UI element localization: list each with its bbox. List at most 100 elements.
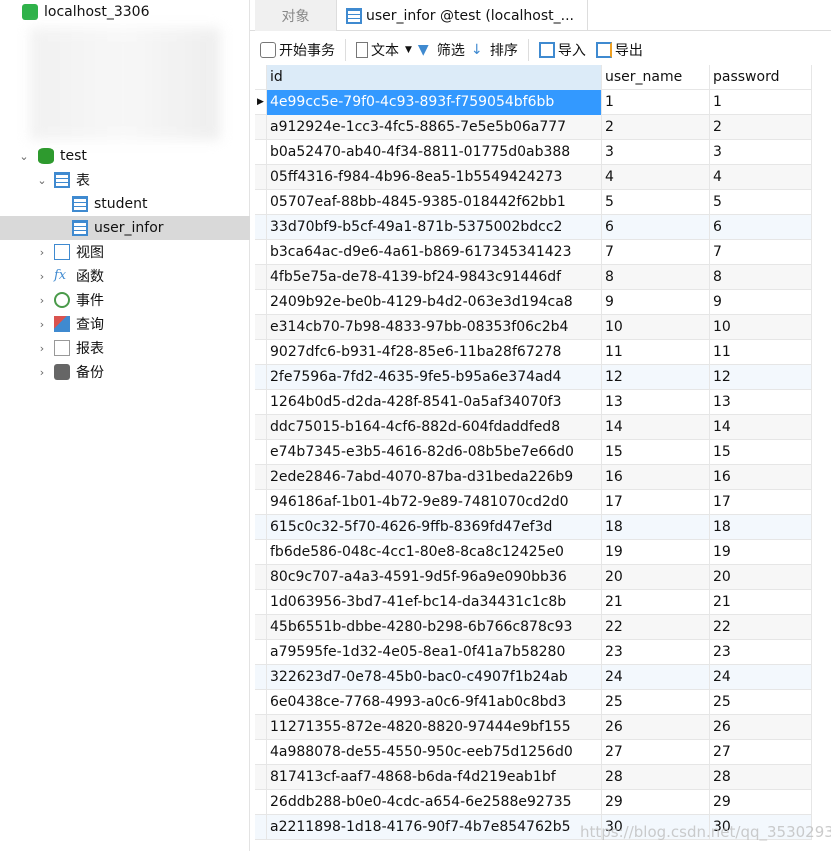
id-cell[interactable]: 4fb5e75a-de78-4139-bf24-9843c91446df xyxy=(267,265,602,290)
tree-queries[interactable]: › 查询 xyxy=(0,312,250,336)
user-name-cell[interactable]: 27 xyxy=(602,740,710,765)
tree-reports[interactable]: › 报表 xyxy=(0,336,250,360)
user-name-cell[interactable]: 13 xyxy=(602,390,710,415)
id-cell[interactable]: 9027dfc6-b931-4f28-85e6-11ba28f67278 xyxy=(267,340,602,365)
password-cell[interactable]: 20 xyxy=(710,565,812,590)
table-row[interactable]: a912924e-1cc3-4fc5-8865-7e5e5b06a777 2 2 xyxy=(255,115,812,140)
user-name-cell[interactable]: 22 xyxy=(602,615,710,640)
user-name-cell[interactable]: 11 xyxy=(602,340,710,365)
export-button[interactable]: 导出 xyxy=(595,40,643,60)
row-indicator[interactable] xyxy=(255,640,267,665)
id-cell[interactable]: b0a52470-ab40-4f34-8811-01775d0ab388 xyxy=(267,140,602,165)
user-name-cell[interactable]: 16 xyxy=(602,465,710,490)
id-cell[interactable]: e74b7345-e3b5-4616-82d6-08b5be7e66d0 xyxy=(267,440,602,465)
id-cell[interactable]: 6e0438ce-7768-4993-a0c6-9f41ab0c8bd3 xyxy=(267,690,602,715)
tree-tables-group[interactable]: ⌄ 表 xyxy=(0,168,250,192)
table-row[interactable]: 946186af-1b01-4b72-9e89-7481070cd2d0 17 17 xyxy=(255,490,812,515)
password-cell[interactable]: 13 xyxy=(710,390,812,415)
table-row[interactable]: a79595fe-1d32-4e05-8ea1-0f41a7b58280 23 23 xyxy=(255,640,812,665)
tab-user-infor[interactable]: user_infor @test (localhost_... xyxy=(338,0,588,31)
password-cell[interactable]: 28 xyxy=(710,765,812,790)
user-name-cell[interactable]: 14 xyxy=(602,415,710,440)
table-row[interactable]: fb6de586-048c-4cc1-80e8-8ca8c12425e0 19 19 xyxy=(255,540,812,565)
row-indicator[interactable] xyxy=(255,240,267,265)
password-cell[interactable]: 22 xyxy=(710,615,812,640)
chevron-down-icon[interactable]: ⌄ xyxy=(18,150,30,163)
row-indicator[interactable] xyxy=(255,365,267,390)
row-indicator[interactable] xyxy=(255,190,267,215)
user-name-cell[interactable]: 9 xyxy=(602,290,710,315)
id-cell[interactable]: 33d70bf9-b5cf-49a1-871b-5375002bdcc2 xyxy=(267,215,602,240)
table-row[interactable]: b0a52470-ab40-4f34-8811-01775d0ab388 3 3 xyxy=(255,140,812,165)
row-indicator[interactable] xyxy=(255,265,267,290)
row-indicator[interactable] xyxy=(255,340,267,365)
user-name-cell[interactable]: 18 xyxy=(602,515,710,540)
table-row[interactable]: 4a988078-de55-4550-950c-eeb75d1256d0 27 27 xyxy=(255,740,812,765)
id-cell[interactable]: a2211898-1d18-4176-90f7-4b7e854762b5 xyxy=(267,815,602,840)
password-cell[interactable]: 15 xyxy=(710,440,812,465)
row-indicator[interactable] xyxy=(255,715,267,740)
filter-button[interactable]: ▼ 筛选 xyxy=(418,40,465,60)
password-cell[interactable]: 9 xyxy=(710,290,812,315)
id-cell[interactable]: ddc75015-b164-4cf6-882d-604fdaddfed8 xyxy=(267,415,602,440)
table-row[interactable]: 615c0c32-5f70-4626-9ffb-8369fd47ef3d 18 18 xyxy=(255,515,812,540)
row-indicator[interactable] xyxy=(255,665,267,690)
password-cell[interactable]: 25 xyxy=(710,690,812,715)
id-cell[interactable]: 817413cf-aaf7-4868-b6da-f4d219eab1bf xyxy=(267,765,602,790)
row-indicator[interactable] xyxy=(255,140,267,165)
column-header-id[interactable]: id xyxy=(267,65,602,90)
id-cell[interactable]: a912924e-1cc3-4fc5-8865-7e5e5b06a777 xyxy=(267,115,602,140)
chevron-down-icon[interactable]: ⌄ xyxy=(36,174,48,187)
begin-transaction-button[interactable]: 开始事务 xyxy=(260,40,335,60)
id-cell[interactable]: 322623d7-0e78-45b0-bac0-c4907f1b24ab xyxy=(267,665,602,690)
tree-database-test[interactable]: ⌄ test xyxy=(0,144,250,168)
password-cell[interactable]: 7 xyxy=(710,240,812,265)
password-cell[interactable]: 16 xyxy=(710,465,812,490)
row-indicator[interactable]: ▶ xyxy=(255,90,267,115)
password-cell[interactable]: 21 xyxy=(710,590,812,615)
user-name-cell[interactable]: 17 xyxy=(602,490,710,515)
table-row[interactable]: 4fb5e75a-de78-4139-bf24-9843c91446df 8 8 xyxy=(255,265,812,290)
password-cell[interactable]: 27 xyxy=(710,740,812,765)
row-indicator[interactable] xyxy=(255,290,267,315)
chevron-right-icon[interactable]: › xyxy=(36,270,48,283)
table-row[interactable]: e74b7345-e3b5-4616-82d6-08b5be7e66d0 15 15 xyxy=(255,440,812,465)
password-cell[interactable]: 12 xyxy=(710,365,812,390)
table-row[interactable]: 11271355-872e-4820-8820-97444e9bf155 26 26 xyxy=(255,715,812,740)
row-indicator[interactable] xyxy=(255,765,267,790)
user-name-cell[interactable]: 3 xyxy=(602,140,710,165)
user-name-cell[interactable]: 20 xyxy=(602,565,710,590)
password-cell[interactable]: 17 xyxy=(710,490,812,515)
password-cell[interactable]: 8 xyxy=(710,265,812,290)
id-cell[interactable]: 45b6551b-dbbe-4280-b298-6b766c878c93 xyxy=(267,615,602,640)
row-indicator[interactable] xyxy=(255,615,267,640)
tree-table-student[interactable]: student xyxy=(0,192,250,216)
table-row[interactable]: 1d063956-3bd7-41ef-bc14-da34431c1c8b 21 21 xyxy=(255,590,812,615)
id-cell[interactable]: 1264b0d5-d2da-428f-8541-0a5af34070f3 xyxy=(267,390,602,415)
tree-events[interactable]: › 事件 xyxy=(0,288,250,312)
user-name-cell[interactable]: 24 xyxy=(602,665,710,690)
row-indicator[interactable] xyxy=(255,515,267,540)
table-row[interactable]: 80c9c707-a4a3-4591-9d5f-96a9e090bb36 20 20 xyxy=(255,565,812,590)
id-cell[interactable]: 05ff4316-f984-4b96-8ea5-1b5549424273 xyxy=(267,165,602,190)
table-row[interactable]: 33d70bf9-b5cf-49a1-871b-5375002bdcc2 6 6 xyxy=(255,215,812,240)
user-name-cell[interactable]: 4 xyxy=(602,165,710,190)
table-row[interactable]: ▶ 4e99cc5e-79f0-4c93-893f-f759054bf6bb 1 1 xyxy=(255,90,812,115)
password-cell[interactable]: 1 xyxy=(710,90,812,115)
import-button[interactable]: 导入 xyxy=(538,40,586,60)
user-name-cell[interactable]: 10 xyxy=(602,315,710,340)
row-indicator[interactable] xyxy=(255,540,267,565)
user-name-cell[interactable]: 21 xyxy=(602,590,710,615)
password-cell[interactable]: 2 xyxy=(710,115,812,140)
user-name-cell[interactable]: 15 xyxy=(602,440,710,465)
user-name-cell[interactable]: 7 xyxy=(602,240,710,265)
chevron-right-icon[interactable]: › xyxy=(36,294,48,307)
id-cell[interactable]: 26ddb288-b0e0-4cdc-a654-6e2588e92735 xyxy=(267,790,602,815)
table-row[interactable]: 26ddb288-b0e0-4cdc-a654-6e2588e92735 29 29 xyxy=(255,790,812,815)
row-indicator[interactable] xyxy=(255,590,267,615)
chevron-right-icon[interactable]: › xyxy=(36,366,48,379)
password-cell[interactable]: 23 xyxy=(710,640,812,665)
table-row[interactable]: 2ede2846-7abd-4070-87ba-d31beda226b9 16 16 xyxy=(255,465,812,490)
table-row[interactable]: 817413cf-aaf7-4868-b6da-f4d219eab1bf 28 28 xyxy=(255,765,812,790)
table-row[interactable]: 05707eaf-88bb-4845-9385-018442f62bb1 5 5 xyxy=(255,190,812,215)
